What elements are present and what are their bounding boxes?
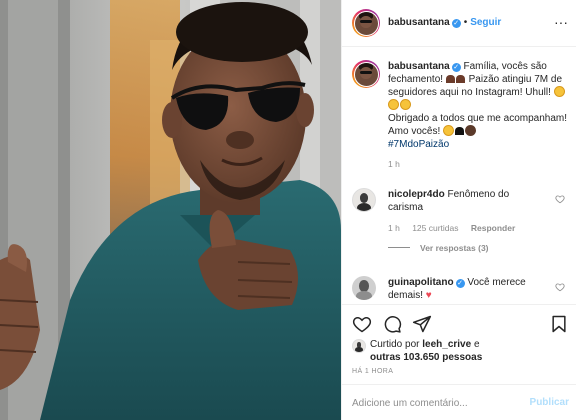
post-timestamp[interactable]: HÁ 1 HORA	[352, 368, 393, 375]
instagram-post-modal: babusantana ✓ • Seguir ··· babusantana ✓ Fam…	[0, 0, 576, 420]
comment-text: guinapolitano ✓ Você merece demais! ♥	[388, 276, 543, 302]
bookmark-icon[interactable]	[549, 314, 569, 334]
black-heart-emoji-icon	[455, 127, 465, 135]
likes-summary: Curtido por leeh_crive e outras 103.650 …	[352, 338, 567, 364]
comment-like-heart-icon[interactable]	[555, 194, 565, 204]
caption-text: babusantana ✓ Família, vocês são fechamen…	[388, 61, 567, 150]
smiley-emoji-icon	[553, 86, 565, 97]
more-options-icon[interactable]: ···	[554, 14, 568, 30]
likes-others[interactable]: outras 103.650 pessoas	[370, 352, 482, 363]
author-line: babusantana ✓ • Seguir	[388, 17, 501, 28]
smiley-emoji-icon	[388, 99, 399, 110]
comment-text: nicolepr4do Fenômeno do carisma	[388, 188, 543, 214]
post-photo-illustration	[0, 0, 341, 420]
red-heart-emoji-icon: ♥	[425, 290, 432, 301]
caption-time: 1 h	[388, 159, 400, 169]
heart-icon[interactable]	[352, 314, 372, 334]
comment-likes-count[interactable]: 125 curtidas	[412, 223, 458, 233]
caption-line3: Obrigado a todos que me acompanham! Amo …	[388, 113, 567, 137]
view-replies-button[interactable]: Ver respostas (3)	[388, 243, 567, 253]
share-icon[interactable]	[412, 314, 432, 334]
verified-badge-icon: ✓	[451, 63, 461, 72]
verified-badge-icon: ✓	[455, 279, 465, 288]
comment-input[interactable]	[352, 395, 512, 411]
liker-username[interactable]: leeh_crive	[422, 339, 471, 350]
publish-button[interactable]: Publicar	[530, 397, 569, 408]
likes-conj: e	[473, 339, 480, 350]
comments-section[interactable]: babusantana ✓ Família, vocês são fechamen…	[342, 48, 576, 303]
caption-comment: babusantana ✓ Família, vocês são fechamen…	[352, 60, 567, 169]
follow-button[interactable]: Seguir	[470, 17, 501, 28]
comment-item: guinapolitano ✓ Você merece demais! ♥	[352, 276, 567, 302]
post-photo[interactable]	[0, 0, 341, 420]
post-sidebar: babusantana ✓ • Seguir ··· babusantana ✓ Fam…	[341, 0, 576, 420]
post-header: babusantana ✓ • Seguir ···	[342, 0, 576, 47]
commenter-avatar[interactable]	[352, 276, 376, 300]
comment-like-heart-icon[interactable]	[555, 282, 565, 292]
comment-username[interactable]: guinapolitano	[388, 277, 454, 288]
separator-dot: •	[463, 17, 468, 28]
author-username[interactable]: babusantana	[388, 17, 450, 28]
verified-badge-icon: ✓	[451, 19, 461, 28]
caption-avatar[interactable]	[352, 60, 380, 88]
comment-username[interactable]: nicolepr4do	[388, 189, 445, 200]
liker-avatar[interactable]	[352, 339, 366, 353]
commenter-avatar[interactable]	[352, 188, 376, 212]
smiley-emoji-icon	[400, 99, 411, 110]
comment-composer: Publicar	[342, 384, 576, 420]
comment-icon[interactable]	[382, 314, 402, 334]
action-bar	[342, 304, 576, 340]
bear-emoji-icon	[465, 125, 477, 136]
likes-text: Curtido por leeh_crive e outras 103.650 …	[370, 338, 567, 364]
smiling-hearts-emoji-icon	[443, 125, 455, 136]
comment-time: 1 h	[388, 223, 400, 233]
caption-username[interactable]: babusantana	[388, 61, 450, 72]
author-avatar[interactable]	[352, 9, 380, 37]
reply-button[interactable]: Responder	[471, 223, 515, 233]
comment-meta: 1 h 125 curtidas Responder	[388, 223, 567, 233]
likes-prefix: Curtido por	[370, 339, 420, 350]
hashtag-link[interactable]: #7MdoPaizão	[388, 139, 449, 150]
comment-item: nicolepr4do Fenômeno do carisma 1 h 125 …	[352, 188, 567, 253]
brown-heart-emoji-icon	[455, 75, 465, 83]
brown-heart-emoji-icon	[445, 75, 455, 83]
